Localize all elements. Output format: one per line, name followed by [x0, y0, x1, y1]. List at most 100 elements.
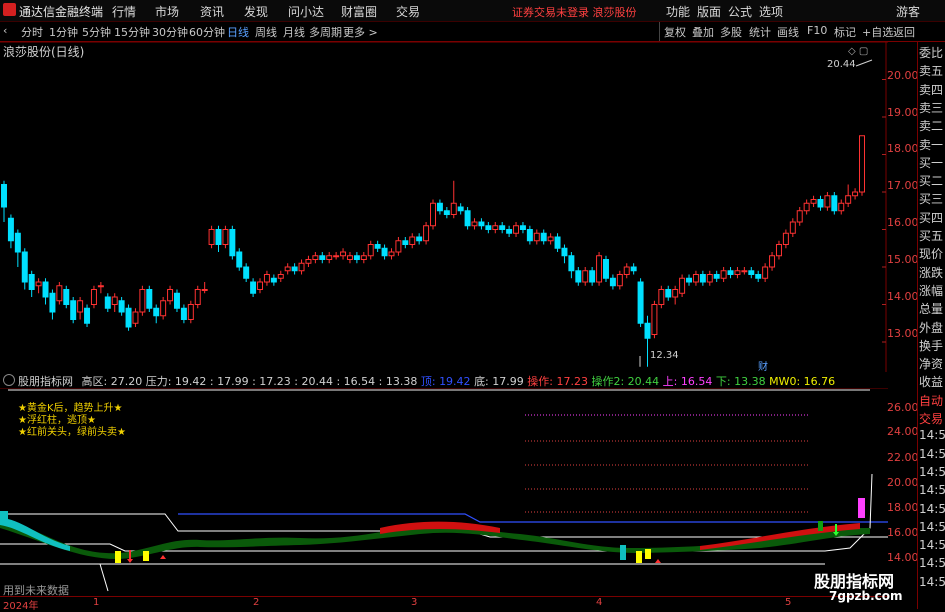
candle	[686, 274, 693, 286]
tab-more[interactable]: 更多 >	[343, 24, 378, 40]
candlestick-chart[interactable]: ◇ ▢	[0, 42, 888, 372]
tab-5min[interactable]: 5分钟	[82, 24, 111, 40]
candle	[180, 304, 187, 324]
candle	[222, 225, 229, 249]
tab-1min[interactable]: 1分钟	[49, 24, 78, 40]
candle	[782, 229, 789, 249]
tab-30min[interactable]: 30分钟	[152, 24, 188, 40]
candle-body	[305, 259, 312, 264]
candle	[132, 308, 139, 327]
multi-stock-button[interactable]: 多股	[720, 24, 742, 40]
candle	[77, 297, 84, 320]
candle	[187, 300, 194, 324]
candle-body	[388, 251, 395, 257]
candle	[519, 222, 526, 234]
candle	[506, 225, 513, 237]
menu-trade[interactable]: 交易	[396, 3, 420, 20]
candle-body	[526, 229, 533, 242]
candle-body	[450, 202, 457, 215]
candle	[568, 252, 575, 279]
indicator-settings-icon[interactable]	[3, 374, 15, 386]
legend-item: ★黄金K后，趋势上升★	[18, 403, 123, 414]
candle-body	[443, 210, 450, 215]
toolbar-nav-icon[interactable]: ‹	[3, 24, 7, 37]
candle	[7, 214, 14, 249]
menu-function[interactable]: 功能	[666, 3, 690, 20]
menu-layout[interactable]: 版面	[697, 3, 721, 20]
menu-options[interactable]: 选项	[759, 3, 783, 20]
candle-body	[215, 229, 222, 245]
candle-body	[423, 225, 430, 242]
mark-button[interactable]: 标记	[834, 24, 856, 40]
f10-button[interactable]: F10	[807, 24, 827, 37]
candle-body	[699, 274, 706, 283]
adjust-button[interactable]: 复权	[664, 24, 686, 40]
tab-monthly[interactable]: 月线	[283, 24, 305, 40]
candle	[236, 248, 243, 271]
event-marker[interactable]: 财	[758, 358, 768, 373]
back-button[interactable]: 返回	[893, 24, 915, 40]
quote-panel-label[interactable]: 自动	[919, 392, 943, 409]
candle-body	[243, 266, 250, 279]
candle	[388, 248, 395, 260]
candle	[775, 240, 782, 260]
candle	[492, 222, 499, 234]
candle	[602, 255, 609, 282]
indicator-legend: ★黄金K后，趋势上升★ ★浮红柱，逃顶★ ★红前关头，绿前头卖★	[18, 403, 126, 439]
candle	[845, 184, 852, 207]
candle	[402, 237, 409, 249]
ind-field-value: 16.76	[803, 375, 836, 388]
y-tick-label: 22.00	[887, 451, 919, 464]
trade-login-warning[interactable]: 证券交易未登录 浪莎股份	[512, 4, 637, 20]
candle	[208, 225, 215, 249]
tab-60min[interactable]: 60分钟	[189, 24, 225, 40]
candle-body	[713, 274, 720, 279]
candle	[651, 300, 658, 339]
tab-multi-period[interactable]: 多周期	[309, 24, 342, 40]
menu-discover[interactable]: 发现	[244, 3, 268, 20]
candle-body	[367, 244, 374, 257]
tab-15min[interactable]: 15分钟	[114, 24, 150, 40]
menu-assistant[interactable]: 问小达	[288, 3, 324, 20]
candle-body	[194, 289, 201, 305]
overlay-button[interactable]: 叠加	[692, 24, 714, 40]
candle	[852, 188, 859, 200]
add-watchlist-button[interactable]: +自选	[862, 24, 893, 40]
menu-guest[interactable]: 游客	[896, 3, 920, 20]
draw-line-button[interactable]: 画线	[777, 24, 799, 40]
quote-panel-label: 买五	[919, 229, 944, 243]
menu-wealth-circle[interactable]: 财富圈	[341, 3, 377, 20]
indicator-header: 股朋指标网 高区: 27.20 压力: 19.42 : 17.99 : 17.2…	[0, 372, 888, 388]
candle-body	[540, 232, 547, 242]
candle	[699, 270, 706, 286]
candle-body	[810, 199, 817, 204]
candle-body	[77, 300, 84, 313]
quote-panel-label[interactable]: 交易	[919, 410, 943, 427]
y-tick-label: 20.00	[887, 476, 919, 489]
candle	[243, 263, 250, 282]
candle-body	[430, 202, 436, 227]
menu-news[interactable]: 资讯	[200, 3, 224, 20]
tab-weekly[interactable]: 周线	[255, 24, 277, 40]
candle	[692, 270, 699, 286]
candle-body	[340, 251, 347, 257]
watermark-url: 7gpzb.com	[829, 589, 903, 603]
menu-formula[interactable]: 公式	[728, 3, 752, 20]
tab-intraday[interactable]: 分时	[21, 24, 43, 40]
candle	[589, 267, 596, 286]
indicator-name[interactable]: 股朋指标网	[18, 375, 73, 388]
ind-field-label: 高区:	[81, 375, 111, 388]
candle-body	[831, 195, 838, 212]
menu-market[interactable]: 市场	[155, 3, 179, 20]
candle	[769, 252, 776, 271]
statistics-button[interactable]: 统计	[749, 24, 771, 40]
ind-field-value: 19.42	[439, 375, 471, 388]
tab-daily[interactable]: 日线	[227, 24, 249, 40]
indicator-chart[interactable]	[0, 388, 888, 594]
candle	[42, 278, 49, 305]
candle	[748, 267, 755, 279]
toolbar-divider	[659, 22, 660, 41]
candle-body	[277, 274, 284, 279]
candle	[658, 285, 665, 309]
menu-market-quotes[interactable]: 行情	[112, 3, 136, 20]
